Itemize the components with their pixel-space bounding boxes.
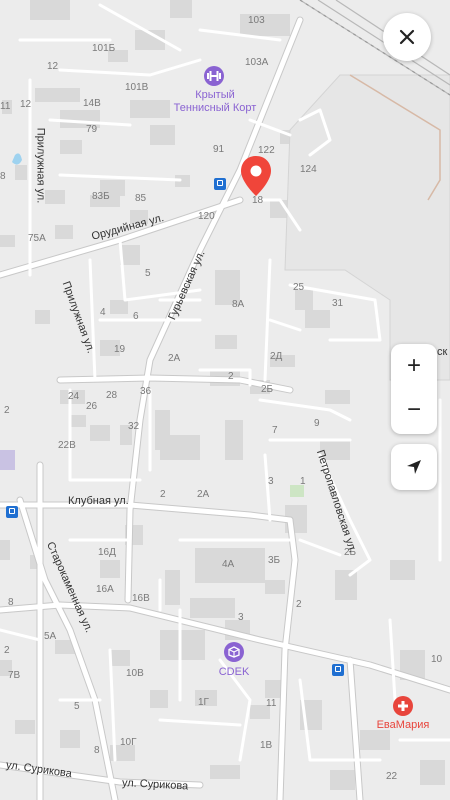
- medical-cross-icon: [393, 696, 413, 716]
- house-number: 91: [213, 144, 225, 155]
- close-button[interactable]: [383, 13, 431, 61]
- street-label-prilujnaya-north: Прилужная ул.: [34, 127, 47, 204]
- poi-cdek-label: CDEK: [218, 666, 250, 678]
- house-number: 2: [296, 599, 302, 610]
- close-icon: [399, 29, 415, 45]
- house-number: 103А: [245, 57, 269, 68]
- house-number: 2: [4, 405, 10, 416]
- bus-stop-icon[interactable]: [332, 664, 344, 676]
- house-number: 9: [314, 418, 320, 429]
- house-number: 4А: [222, 559, 235, 570]
- house-number: 12: [47, 61, 59, 72]
- house-number: 120: [198, 211, 215, 222]
- house-number: 75А: [28, 233, 46, 244]
- house-number: 28: [106, 390, 118, 401]
- my-location-button[interactable]: [391, 444, 437, 490]
- house-number: 1Г: [198, 697, 209, 708]
- dumbbell-icon: [204, 66, 224, 86]
- house-number: 8: [94, 745, 100, 756]
- house-number: 101В: [125, 82, 149, 93]
- house-number: 3: [268, 476, 274, 487]
- house-number: 7В: [8, 670, 21, 681]
- house-number: 22В: [58, 440, 76, 451]
- house-number: 26: [86, 401, 98, 412]
- house-number: 2А: [168, 353, 181, 364]
- bus-stop-icon[interactable]: [6, 506, 18, 518]
- house-number: 14В: [83, 98, 101, 109]
- house-number: 10: [431, 654, 443, 665]
- house-number: 10Г: [120, 737, 137, 748]
- box-icon: [224, 642, 244, 662]
- house-number: 5А: [44, 631, 57, 642]
- zoom-in-button[interactable]: +: [391, 344, 437, 388]
- house-number: 2: [4, 645, 10, 656]
- house-number: 1: [300, 476, 306, 487]
- house-number: 1В: [260, 740, 273, 751]
- house-number: 101Б: [92, 43, 116, 54]
- house-number: 3: [238, 612, 244, 623]
- house-number: 83Б: [92, 191, 110, 202]
- house-number: 79: [86, 124, 98, 135]
- location-marker-icon[interactable]: [239, 154, 273, 198]
- house-number: 32: [128, 421, 140, 432]
- navigation-arrow-icon: [407, 460, 421, 474]
- house-number: 19: [114, 344, 126, 355]
- house-number: 31: [332, 298, 344, 309]
- house-number: 10В: [126, 668, 144, 679]
- street-label-cut: ск: [437, 346, 448, 358]
- bus-stop-icon[interactable]: [214, 178, 226, 190]
- house-number: 85: [135, 193, 147, 204]
- house-number: 5: [74, 701, 80, 712]
- house-number: 124: [300, 164, 317, 175]
- house-number: 12: [20, 99, 32, 110]
- house-number: 8: [0, 171, 6, 182]
- house-number: 24: [68, 391, 80, 402]
- house-number: 2: [228, 371, 234, 382]
- zoom-out-button[interactable]: −: [391, 388, 437, 432]
- house-number: 6: [133, 311, 139, 322]
- house-number: 103: [248, 15, 265, 26]
- poi-tennis-label: Крытый Теннисный Корт: [160, 89, 270, 115]
- house-number: 11: [0, 101, 11, 112]
- house-number: 16В: [132, 593, 150, 604]
- house-number: 2: [160, 489, 166, 500]
- zoom-controls: + −: [391, 344, 437, 434]
- house-number: 4: [100, 307, 106, 318]
- house-number: 8А: [232, 299, 245, 310]
- house-number: 7: [272, 425, 278, 436]
- house-number: 2А: [197, 489, 210, 500]
- house-number: 16А: [96, 584, 114, 595]
- house-number: 11: [266, 698, 277, 709]
- street-label-klubnaya: Клубная ул.: [68, 495, 129, 507]
- poi-tennis-line2: Теннисный Корт: [173, 102, 257, 115]
- house-number: 22: [386, 771, 398, 782]
- house-number: 16Д: [98, 547, 116, 558]
- house-number: 25: [293, 282, 305, 293]
- poi-pharmacy-label: ЕваМария: [376, 719, 430, 731]
- house-number: 8: [8, 597, 14, 608]
- house-number: 5: [145, 268, 151, 279]
- pond: [12, 153, 22, 165]
- house-number: 3Б: [268, 555, 281, 566]
- poi-tennis-line1: Крытый: [195, 89, 235, 101]
- house-number: 2Б: [261, 384, 274, 395]
- house-number: 2Д: [270, 351, 283, 362]
- house-number: 36: [140, 386, 152, 397]
